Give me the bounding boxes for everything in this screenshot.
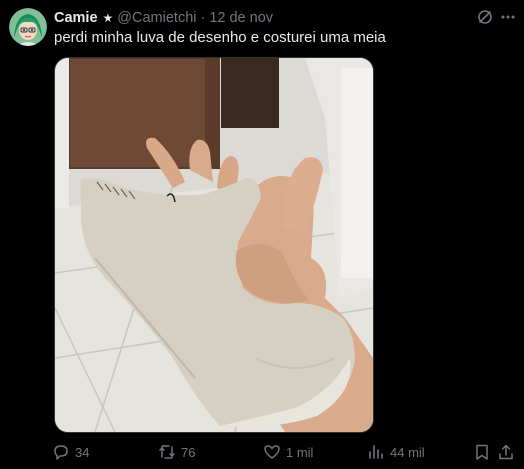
more-button[interactable] <box>498 7 518 27</box>
views-button[interactable]: 44 mil <box>367 441 425 463</box>
reply-button[interactable]: 34 <box>52 441 89 463</box>
grok-icon <box>478 10 492 24</box>
more-icon <box>501 15 515 19</box>
repost-button[interactable]: 76 <box>158 441 195 463</box>
post-date[interactable]: 12 de nov <box>209 10 273 27</box>
share-button[interactable] <box>497 441 515 463</box>
repost-icon <box>159 445 175 459</box>
post: Camie ★ @Camietchi · 12 de nov perdi min… <box>0 0 524 469</box>
display-name[interactable]: Camie <box>54 10 98 27</box>
action-bar: 34 76 1 mil 44 mil <box>0 441 524 463</box>
share-icon <box>499 444 513 460</box>
user-handle[interactable]: @Camietchi <box>117 10 196 27</box>
bookmark-button[interactable] <box>473 441 491 463</box>
separator-dot: · <box>200 10 206 26</box>
reply-count: 34 <box>75 444 90 460</box>
avatar[interactable] <box>9 8 47 46</box>
like-count: 1 mil <box>286 444 314 460</box>
anime-avatar-icon <box>9 8 47 46</box>
views-count: 44 mil <box>390 444 425 460</box>
star-badge: ★ <box>102 11 114 25</box>
grok-button[interactable] <box>475 7 495 27</box>
like-button[interactable]: 1 mil <box>263 441 313 463</box>
post-text: perdi minha luva de desenho e costurei u… <box>54 29 386 46</box>
bookmark-icon <box>476 444 488 460</box>
repost-count: 76 <box>181 444 196 460</box>
views-icon <box>369 445 383 459</box>
post-header: Camie ★ @Camietchi · 12 de nov <box>54 10 273 27</box>
heart-icon <box>264 445 280 459</box>
hand-sock-photo <box>55 58 373 432</box>
reply-icon <box>54 445 68 460</box>
post-photo[interactable] <box>54 57 374 433</box>
